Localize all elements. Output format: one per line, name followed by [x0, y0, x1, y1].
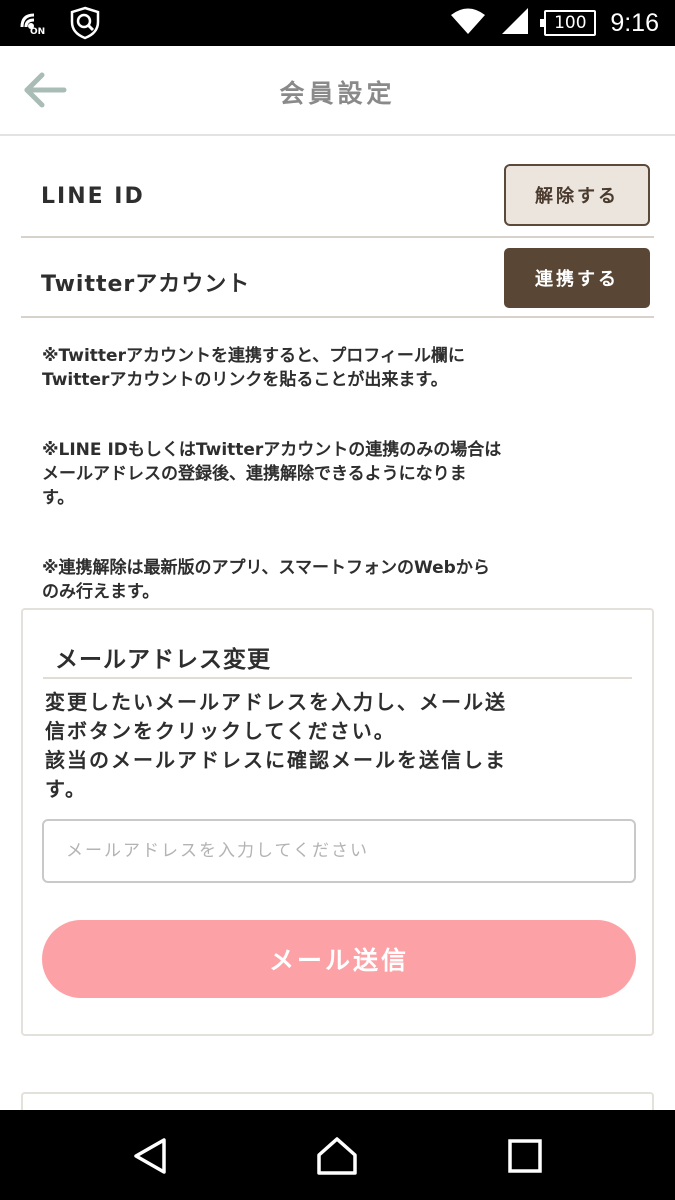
battery-indicator: 100	[540, 10, 597, 36]
home-icon	[317, 1137, 357, 1175]
divider	[43, 677, 632, 679]
nav-recent-button[interactable]	[502, 1136, 546, 1176]
line-id-label: LINE ID	[41, 184, 145, 209]
unlink-line-button[interactable]: 解除する	[504, 164, 650, 226]
link-twitter-button[interactable]: 連携する	[504, 248, 650, 308]
signal-icon	[500, 6, 530, 40]
nav-home-button[interactable]	[315, 1136, 359, 1176]
notes-section: ※Twitterアカウントを連携すると、プロフィール欄に Twitterアカウン…	[42, 344, 642, 650]
triangle-back-icon	[134, 1138, 166, 1174]
send-email-button[interactable]: メール送信	[42, 920, 636, 998]
square-recent-icon	[508, 1139, 542, 1173]
page-title: 会員設定	[279, 79, 396, 108]
twitter-account-row: Twitterアカウント 連携する	[21, 238, 654, 318]
status-bar: ON 100 9:16	[0, 0, 675, 46]
nav-back-button[interactable]	[128, 1136, 172, 1176]
navigation-bar	[0, 1110, 675, 1200]
shield-search-icon	[68, 6, 102, 44]
nfc-status-label: ON	[30, 27, 46, 37]
email-input[interactable]	[42, 819, 636, 883]
note-unlink-availability: ※連携解除は最新版のアプリ、スマートフォンのWebから のみ行えます。	[42, 558, 490, 602]
twitter-account-label: Twitterアカウント	[41, 272, 251, 297]
email-change-card: メールアドレス変更 変更したいメールアドレスを入力し、メール送 信ボタンをクリッ…	[21, 608, 654, 1036]
nfc-icon: ON	[18, 9, 50, 41]
note-unlink-condition: ※LINE IDもしくはTwitterアカウントの連携のみの場合は メールアドレ…	[42, 440, 502, 508]
email-change-title: メールアドレス変更	[55, 647, 271, 673]
note-twitter-link: ※Twitterアカウントを連携すると、プロフィール欄に Twitterアカウン…	[42, 346, 465, 390]
wifi-icon	[450, 6, 486, 40]
status-clock: 9:16	[610, 8, 659, 37]
line-id-row: LINE ID 解除する	[21, 156, 654, 238]
app-header: 会員設定	[0, 46, 675, 136]
email-change-description: 変更したいメールアドレスを入力し、メール送 信ボタンをクリックしてください。 該…	[45, 690, 507, 801]
